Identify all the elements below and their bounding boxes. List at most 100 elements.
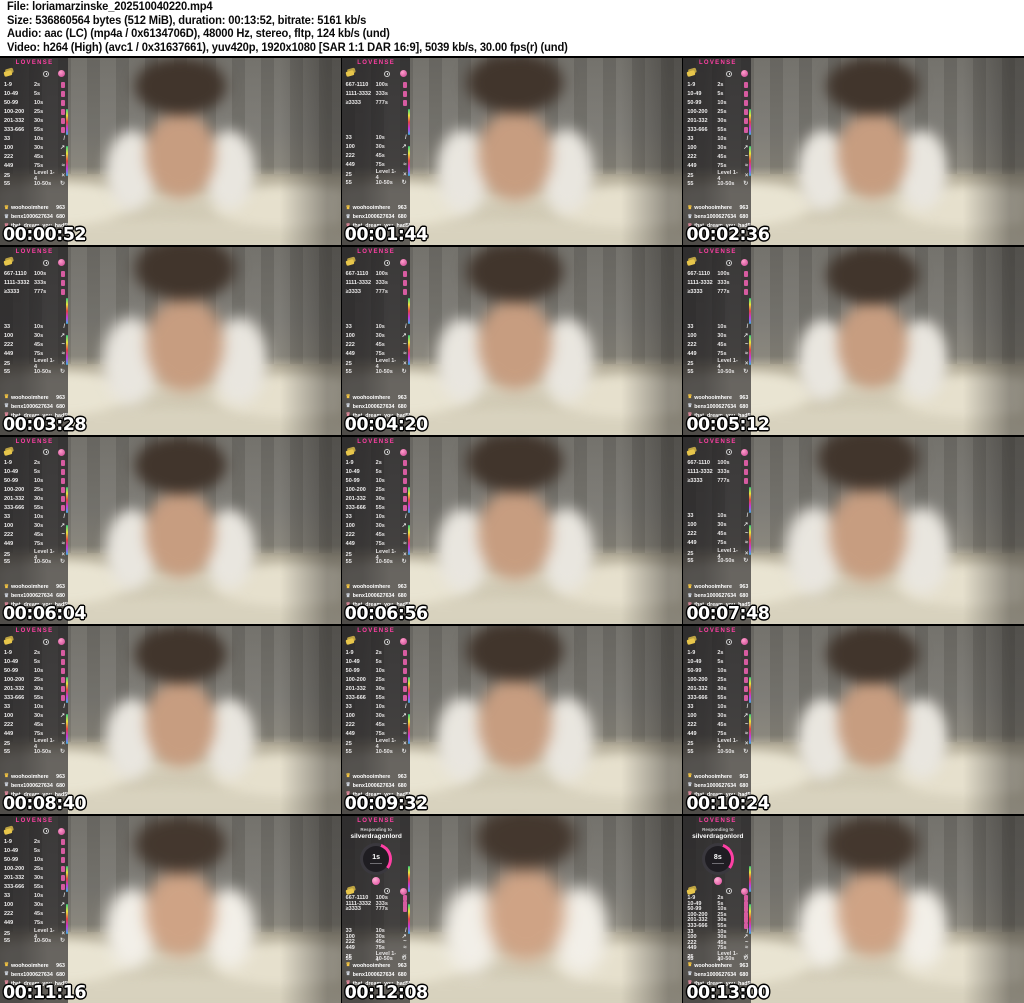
tip-menu-row: 201-332 30s [687,116,749,125]
tip-duration: 30s [717,332,727,339]
tip-amount: ≥3333 [687,478,703,485]
tip-amount: 10-49 [687,90,702,97]
tip-menu-row: 10-49 5s [4,657,65,666]
tip-duration: 333s [717,279,730,286]
tip-amount: 50-99 [345,667,360,674]
tip-menu-row: 33 10s / [687,134,748,143]
tip-duration: 45s [375,721,385,728]
tip-menu-row: 1111-3332 333s [687,278,749,287]
pulse-pattern-icon: ≈ [403,161,407,168]
timestamp-overlay: 00:07:48 [686,604,770,625]
tip-duration: 45s [375,152,385,159]
tip-menu-row: 222 45s ~ [346,340,407,349]
pulse-pattern-icon: ≈ [403,350,407,357]
tip-menu-row: 33 10s / [4,322,65,331]
tip-amount: 222 [687,721,697,728]
pulse-pattern-icon: ≈ [745,730,749,737]
tip-amount: 55 [4,368,11,375]
lovense-logo: LOVENSE [357,249,396,256]
lovense-tip-menu-overlay: LOVENSE Responding to silverdragonlord 1s 66… [341,815,410,1003]
wave-pattern-icon: ~ [744,153,749,160]
tip-amount: 449 [4,350,14,357]
tip-duration: 10-50s [375,368,393,375]
tip-menu-row: 50-99 10s [687,98,749,107]
tipper-name: benx1000627634 [694,403,737,410]
rise-pattern-icon: / [63,514,65,521]
tip-duration: 55s [34,505,44,512]
tip-amount: 222 [345,341,355,348]
rise-pattern-icon: / [63,893,65,900]
tip-menu-row: 100 30s ↗ [4,711,65,720]
tip-duration: 10-50s [34,180,52,187]
loop-pattern-icon: ↻ [743,558,749,565]
clock-icon [42,449,49,456]
tip-menu-row: 1-9 2s [346,459,407,468]
tip-amount: ≥3333 [687,288,703,295]
crown-icon: ♛ [687,204,693,211]
tip-menu-row: 333-666 55s [687,125,749,134]
tip-menu-row: 25 Level 1-4 × [346,738,407,750]
tip-amount: 1-9 [345,649,354,656]
vibe-level-icon [61,884,65,891]
top-tipper-row: ♛ benx1000627634 680 [346,971,407,979]
tip-duration: 5s [34,848,41,855]
rise-pattern-icon: / [404,134,407,141]
vibe-level-icon [61,505,65,512]
tip-duration: 10-50s [34,368,52,375]
tipper-name: woohooimhere [352,584,391,591]
lush-toy-icon [741,259,749,267]
tipper-name: woohooimhere [10,773,49,780]
tip-menu-row: 449 75s ≈ [4,729,65,738]
rise-pattern-icon: / [404,323,407,330]
top-tipper-row: ♛ benx1000627634 680 [346,403,407,411]
lovense-logo: LOVENSE [15,438,54,445]
top-tipper-row: ♛ benx1000627634 680 [4,971,65,979]
vibe-level-icon [402,478,407,485]
tipper-score: 680 [739,782,749,789]
video-thumbnail: LOVENSE 1-9 2s 10-49 5s 50-99 10s 100-200 25s 201… [0,436,341,625]
vibe-level-icon [61,857,65,864]
tip-menu-row: 55 10-50s ↻ [687,557,748,566]
person-silhouette [774,815,972,1003]
lovense-tip-menu-overlay: LOVENSE 1-9 2s 10-49 5s 50-99 10s 100-200 25s 201… [683,626,752,814]
tip-menu-row: ≥3333 777s [346,98,407,107]
tip-menu-row: 1111-3332 333s [4,278,65,287]
tip-menu-row: 100 30s ↗ [4,331,65,340]
vibe-level-icon [61,496,65,503]
clock-icon [42,828,49,835]
lovense-tip-menu-overlay: LOVENSE Responding to silverdragonlord 8s 1-… [683,815,752,1003]
crown-icon: ♛ [4,971,9,978]
tip-menu-row: 449 75s ≈ [687,349,748,358]
tip-menu-row: 100-200 25s [346,675,407,684]
tip-menu-row: 100 30s ↗ [687,331,748,340]
tip-menu-row: 201-332 30s [346,684,407,693]
tip-menu-row: 100-200 25s [4,675,65,684]
tip-amount: 333-666 [345,694,366,701]
tip-menu-row: 55 10-50s ↻ [687,179,748,188]
tip-duration: 10-50s [375,179,393,186]
tipper-name: woohooimhere [10,205,49,212]
tipper-name: woohooimhere [10,962,49,969]
tip-amount: 10-49 [345,469,360,476]
timestamp-overlay: 00:03:28 [3,414,87,435]
top-tipper-row: ♛ woohooimhere 963 [4,583,65,591]
vibe-level-icon [402,676,407,683]
menu-spacer [687,486,748,512]
tip-amount: 33 [4,323,11,330]
tip-menu-row: 55 10-50s ↻ [346,558,407,567]
tipper-name: woohooimhere [352,962,391,969]
video-thumbnail: LOVENSE Responding to silverdragonlord 8s 1-… [683,815,1024,1003]
tip-menu-row: 33 10s / [346,702,407,711]
tip-duration: 2s [34,839,41,846]
tipper-score: 963 [739,584,749,591]
tip-menu-row: 25 Level 1-4 × [687,170,748,182]
lush-toy-icon [713,876,722,885]
top-tipper-row: ♛ benx1000627634 680 [687,213,748,221]
tip-amount: 1111-3332 [4,279,30,286]
tip-coin-icon [345,259,355,267]
lovense-logo: LOVENSE [698,249,737,256]
person-silhouette [774,247,972,435]
lovense-tip-menu-overlay: LOVENSE 1-9 2s 10-49 5s 50-99 10s 100-200 25s 201… [341,626,410,814]
tip-amount: 55 [687,368,694,375]
lovense-tip-menu-overlay: LOVENSE 1-9 2s 10-49 5s 50-99 10s 100-200 25s 201… [0,58,68,246]
